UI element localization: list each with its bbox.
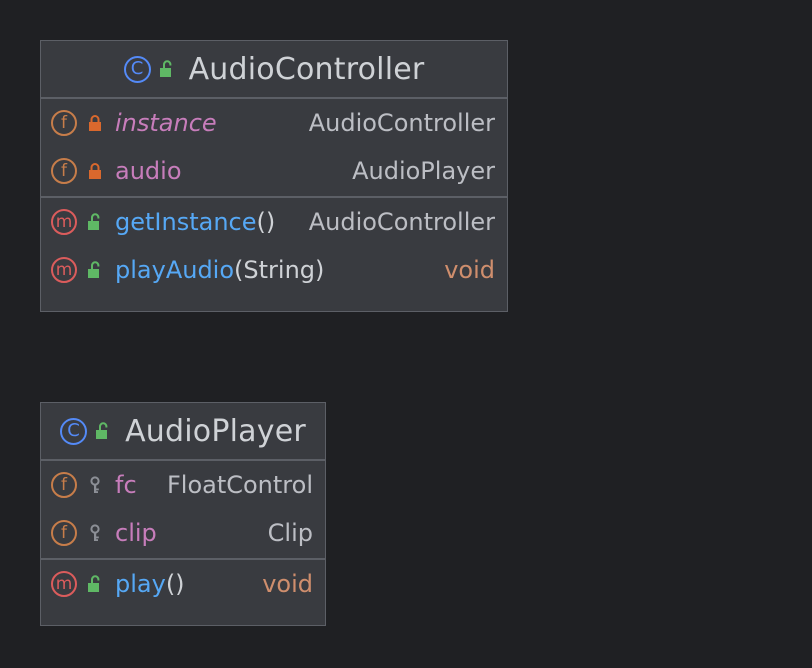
method-params: () [165,570,185,598]
locked-padlock-icon [87,114,103,132]
class-header: C AudioPlayer [41,403,325,461]
method-m-icon: m [51,257,77,283]
class-c-icon: C [123,55,151,83]
field-type: FloatControl [166,471,313,499]
key-icon [87,476,103,494]
class-c-icon: C [60,417,88,445]
method-params: (String) [234,256,325,284]
class-box-audioplayer[interactable]: C AudioPlayer f fc FloatControl f clip C… [40,402,326,626]
unlocked-padlock-icon [159,60,175,78]
class-box-audiocontroller[interactable]: C AudioController f instance AudioContro… [40,40,508,312]
fields-section: f fc FloatControl f clip Clip [41,461,325,560]
locked-padlock-icon [87,162,103,180]
unlocked-padlock-icon [95,422,111,440]
methods-section: m getInstance () AudioController m playA… [41,198,507,294]
method-params: () [256,208,276,236]
class-name: AudioController [188,51,425,87]
method-name: getInstance [115,208,257,236]
unlocked-padlock-icon [87,575,103,593]
class-header: C AudioController [41,41,507,99]
field-row[interactable]: f instance AudioController [41,99,507,147]
unlocked-padlock-icon [87,261,103,279]
method-name: playAudio [115,256,235,284]
field-type: AudioController [308,109,495,137]
field-f-icon: f [51,158,77,184]
field-type: AudioPlayer [352,157,495,185]
field-row[interactable]: f audio AudioPlayer [41,147,507,195]
method-name: play [115,570,166,598]
fields-section: f instance AudioController f audio Audio… [41,99,507,198]
methods-section: m play () void [41,560,325,608]
field-name: instance [115,109,217,137]
method-m-icon: m [51,209,77,235]
field-row[interactable]: f fc FloatControl [41,461,325,509]
unlocked-padlock-icon [87,213,103,231]
class-name: AudioPlayer [125,413,306,449]
method-row[interactable]: m getInstance () AudioController [41,198,507,246]
method-return-type: void [444,256,495,284]
method-row[interactable]: m playAudio (String) void [41,246,507,294]
key-icon [87,524,103,542]
field-name: audio [115,157,182,185]
method-row[interactable]: m play () void [41,560,325,608]
field-f-icon: f [51,110,77,136]
field-f-icon: f [51,520,77,546]
field-row[interactable]: f clip Clip [41,509,325,557]
method-m-icon: m [51,571,77,597]
method-return-type: AudioController [308,208,495,236]
method-return-type: void [262,570,313,598]
field-f-icon: f [51,472,77,498]
field-name: fc [115,471,137,499]
field-name: clip [115,519,157,547]
field-type: Clip [267,519,313,547]
